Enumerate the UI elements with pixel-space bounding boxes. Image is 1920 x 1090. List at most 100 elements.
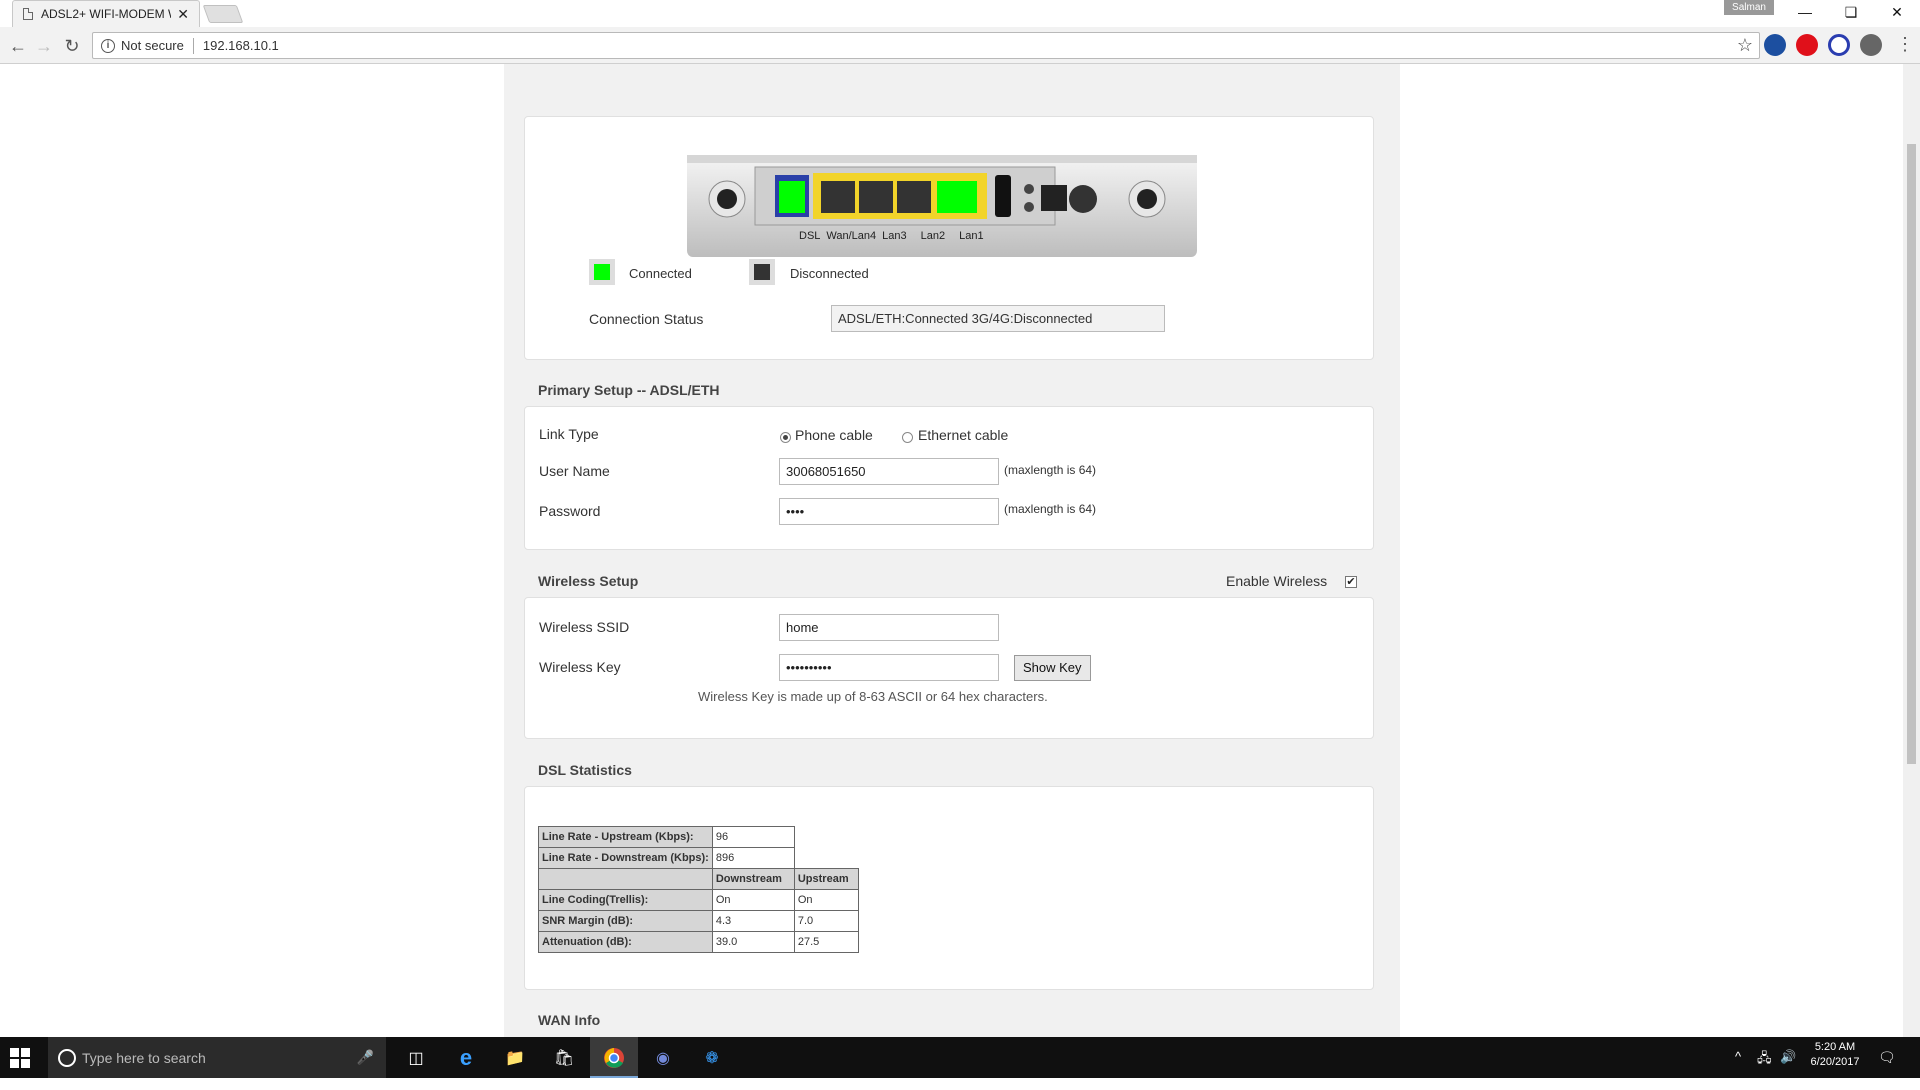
clock-date[interactable]: 6/20/2017 [1808,1056,1862,1068]
tray-chevron-icon[interactable]: ^ [1735,1049,1741,1090]
url-text[interactable]: 192.168.10.1 [203,38,279,53]
taskbar-search[interactable]: Type here to search 🎤 [48,1037,386,1078]
close-window-icon[interactable]: ✕ [1874,0,1920,24]
volume-icon[interactable]: 🔊 [1780,1049,1796,1090]
lan1-port [937,181,977,213]
user-name-input[interactable]: 30068051650 [779,458,999,485]
phone-cable-label[interactable]: Phone cable [795,427,873,443]
user-name-label: User Name [539,463,610,479]
ethernet-cable-label[interactable]: Ethernet cable [918,427,1008,443]
radio-ethernet-cable[interactable] [902,432,913,443]
port-label-wan: Wan/Lan4 [826,230,877,242]
show-key-button[interactable]: Show Key [1014,655,1091,681]
row-down: 39.0 [711,931,795,953]
new-tab-button[interactable] [202,5,244,23]
row-up: 7.0 [793,910,859,932]
app-icon[interactable]: ❁ [699,1045,725,1071]
user-name-hint: (maxlength is 64) [1004,463,1097,477]
scrollbar-thumb[interactable] [1907,144,1916,764]
windows-taskbar: Type here to search 🎤 ◫ e 📁 🛍 ◉ ❁ ^ 🖧 🔊 … [0,1037,1920,1078]
connection-status-label: Connection Status [589,311,704,327]
connection-status-field: ADSL/ETH:Connected 3G/4G:Disconnected [831,305,1165,332]
page-viewport: DSL Wan/Lan4 Lan3 Lan2 Lan1 Connected Di… [0,64,1920,1037]
microphone-icon[interactable]: 🎤 [357,1049,374,1066]
windows-start-icon[interactable] [10,1048,30,1068]
tab-close-icon[interactable]: ✕ [177,6,189,23]
tab-strip: ADSL2+ WIFI-MODEM W ✕ Salman — ❏ ✕ [0,0,1920,27]
back-icon[interactable]: ← [6,34,30,58]
table-row: Attenuation (dB): 39.0 27.5 [538,931,859,953]
col-downstream: Downstream [711,868,795,890]
row-up: 27.5 [793,931,859,953]
router-image [687,155,1197,257]
wireless-setup-title: Wireless Setup [538,573,639,589]
connected-legend-icon [589,259,615,285]
dsl-port [779,181,805,213]
row-label: Line Coding(Trellis): [538,889,713,911]
link-type-label: Link Type [539,426,599,442]
wireless-key-hint: Wireless Key is made up of 8-63 ASCII or… [698,689,1048,704]
col-upstream: Upstream [793,868,859,890]
ssid-label: Wireless SSID [539,619,630,635]
row-down: 4.3 [711,910,795,932]
password-hint: (maxlength is 64) [1004,502,1097,516]
task-view-icon[interactable]: ◫ [403,1045,429,1071]
downstream-rate-value: 896 [711,847,795,869]
minimize-icon[interactable]: — [1782,0,1828,24]
network-icon[interactable]: 🖧 [1757,1049,1772,1090]
router-status-panel: DSL Wan/Lan4 Lan3 Lan2 Lan1 Connected Di… [524,116,1374,360]
clock-time[interactable]: 5:20 AM [1808,1041,1862,1053]
port-labels: DSL Wan/Lan4 Lan3 Lan2 Lan1 [799,230,984,242]
bookmark-star-icon[interactable]: ☆ [1737,35,1753,56]
table-row: Line Rate - Upstream (Kbps): 96 [538,826,859,848]
notification-icon[interactable]: 🗨 [1878,1049,1896,1090]
lan4-port [821,181,855,213]
port-label-dsl: DSL [799,230,821,242]
store-icon[interactable]: 🛍 [551,1045,577,1071]
table-row: Line Rate - Downstream (Kbps): 896 [538,847,859,869]
page-scrollbar[interactable] [1903,64,1920,1037]
enable-wireless-label: Enable Wireless [1226,573,1328,589]
extension-icon-4[interactable] [1860,34,1882,56]
address-bar[interactable]: i Not secure 192.168.10.1 ☆ [92,32,1760,59]
password-label: Password [539,503,601,519]
radio-phone-cable[interactable] [780,432,791,443]
enable-wireless-checkbox[interactable]: ✔ [1345,576,1357,588]
extension-icon-1[interactable] [1764,34,1786,56]
divider [192,37,194,54]
profile-badge[interactable]: Salman [1724,0,1774,15]
disconnected-legend-icon [749,259,775,285]
lan2-port [897,181,931,213]
ssid-input[interactable]: home [779,614,999,641]
extension-opera-icon[interactable] [1796,34,1818,56]
cortana-icon[interactable] [58,1048,76,1067]
chrome-icon[interactable] [601,1045,627,1071]
reload-icon[interactable]: ↻ [60,34,84,58]
upstream-rate-label: Line Rate - Upstream (Kbps): [538,826,713,848]
browser-tab[interactable]: ADSL2+ WIFI-MODEM W ✕ [12,0,200,27]
edge-icon[interactable]: e [453,1045,479,1071]
wireless-key-input[interactable]: •••••••••• [779,654,999,681]
menu-dots-icon[interactable]: ⋮ [1896,34,1914,55]
info-icon[interactable]: i [101,38,115,53]
legend-connected: Connected [629,266,692,281]
extension-block-icon[interactable] [1828,34,1850,56]
port-label-lan2: Lan2 [920,230,946,242]
password-input[interactable]: •••• [779,498,999,525]
restore-icon[interactable]: ❏ [1828,0,1874,24]
row-down: On [711,889,795,911]
row-label: Attenuation (dB): [538,931,713,953]
discord-icon[interactable]: ◉ [650,1045,676,1071]
dsl-statistics-table: Line Rate - Upstream (Kbps): 96 Line Rat… [538,826,859,953]
downstream-rate-label: Line Rate - Downstream (Kbps): [538,847,713,869]
port-label-lan3: Lan3 [882,230,907,242]
forward-icon[interactable]: → [32,34,56,58]
wireless-key-label: Wireless Key [539,659,621,675]
security-label[interactable]: Not secure [121,38,184,53]
port-label-lan1: Lan1 [959,230,984,242]
browser-toolbar: ← → ↻ i Not secure 192.168.10.1 ☆ ⋮ [0,27,1920,64]
search-placeholder[interactable]: Type here to search [82,1050,206,1066]
clock[interactable]: 5:20 AM 6/20/2017 [1808,1041,1862,1082]
file-explorer-icon[interactable]: 📁 [502,1045,528,1071]
wan-info-title: WAN Info [538,1012,601,1028]
